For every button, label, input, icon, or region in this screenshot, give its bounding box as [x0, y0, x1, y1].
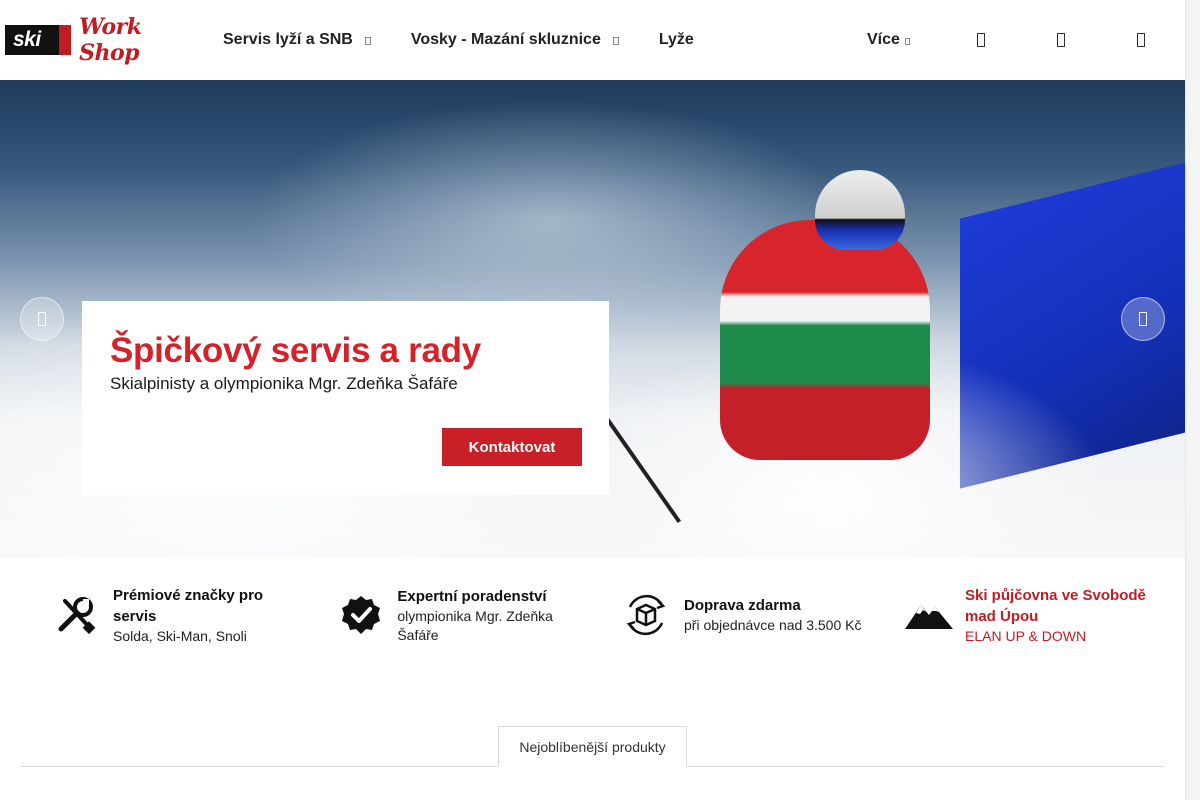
- feature-text: Prémiové značky pro servis Solda, Ski-Ma…: [113, 585, 300, 646]
- slider-prev-button[interactable]: [20, 297, 64, 341]
- logo-workshop-text: Work Shop: [79, 14, 142, 66]
- logo-red-bar: [59, 25, 72, 55]
- tab-popular-products[interactable]: Nejoblíbenější produkty: [498, 726, 687, 767]
- delivery-box-icon: [618, 587, 674, 643]
- verified-badge-icon: [335, 587, 387, 643]
- mountain-icon: [903, 587, 955, 643]
- nav-more[interactable]: Více: [867, 0, 910, 80]
- feature-item: Prémiové značky pro servis Solda, Ski-Ma…: [50, 570, 300, 660]
- cart-icon[interactable]: [1137, 33, 1145, 47]
- chevron-right-icon: [1139, 312, 1147, 326]
- feature-title: Ski půjčovna ve Svobodě mad Úpou: [965, 586, 1146, 625]
- chevron-down-icon: [904, 37, 910, 45]
- nav-item-label: Lyže: [658, 31, 694, 48]
- feature-subtitle: Solda, Ski-Man, Snoli: [113, 627, 247, 644]
- nav-item-label: Servis lyží a SNB: [223, 31, 353, 48]
- user-icon[interactable]: [1057, 33, 1065, 47]
- feature-subtitle: ELAN UP & DOWN: [965, 627, 1087, 644]
- slider-next-button[interactable]: [1121, 297, 1165, 341]
- feature-title: Doprava zdarma: [684, 597, 801, 614]
- hero-banner: Špičkový servis a rady Skialpinisty a ol…: [82, 301, 609, 495]
- nav-item-servis[interactable]: Servis lyží a SNB: [223, 31, 371, 49]
- main-nav: Servis lyží a SNB Vosky - Mazání skluzni…: [223, 0, 734, 80]
- hero-skier-helmet: [815, 170, 905, 250]
- page: ski Work Shop Servis lyží a SNB Vosky - …: [0, 0, 1200, 800]
- site-header: ski Work Shop Servis lyží a SNB Vosky - …: [0, 0, 1185, 80]
- chevron-down-icon: [612, 37, 619, 45]
- feature-item: Doprava zdarma při objednávce nad 3.500 …: [618, 570, 888, 660]
- logo-ski-mark: ski: [5, 25, 72, 55]
- nav-item-lyze[interactable]: Lyže: [659, 31, 694, 49]
- feature-text: Expertní poradenství olympionika Mgr. Zd…: [397, 586, 585, 645]
- logo-ski-text: ski: [13, 28, 41, 51]
- feature-strip: Prémiové značky pro servis Solda, Ski-Ma…: [0, 570, 1185, 660]
- chevron-left-icon: [38, 312, 46, 326]
- chevron-down-icon: [364, 37, 371, 45]
- nav-item-label: Vosky - Mazání skluznice: [410, 31, 601, 48]
- search-icon[interactable]: [977, 33, 985, 47]
- hero-skier-image: [720, 220, 930, 460]
- feature-title: Prémiové značky pro servis: [113, 586, 264, 625]
- nav-item-vosky[interactable]: Vosky - Mazání skluznice: [411, 31, 619, 49]
- feature-item[interactable]: Ski půjčovna ve Svobodě mad Úpou ELAN UP…: [903, 570, 1173, 660]
- page-scrollbar[interactable]: [1185, 0, 1200, 800]
- contact-button[interactable]: Kontaktovat: [442, 428, 582, 466]
- feature-text: Ski půjčovna ve Svobodě mad Úpou ELAN UP…: [965, 585, 1173, 646]
- feature-title: Expertní poradenství: [397, 587, 547, 605]
- feature-subtitle: olympionika Mgr. Zdeňka Šafáře: [397, 607, 553, 643]
- feature-text: Doprava zdarma při objednávce nad 3.500 …: [684, 595, 861, 635]
- feature-subtitle: při objednávce nad 3.500 Kč: [684, 617, 862, 633]
- feature-item: Expertní poradenství olympionika Mgr. Zd…: [335, 570, 585, 660]
- nav-more-label: Více: [867, 31, 900, 48]
- hero-title: Špičkový servis a rady: [110, 331, 481, 370]
- tools-icon: [50, 587, 103, 643]
- hero-slider: Špičkový servis a rady Skialpinisty a ol…: [0, 80, 1185, 558]
- hero-subtitle: Skialpinisty a olympionika Mgr. Zdeňka Š…: [110, 374, 458, 393]
- site-logo[interactable]: ski Work Shop: [5, 14, 193, 66]
